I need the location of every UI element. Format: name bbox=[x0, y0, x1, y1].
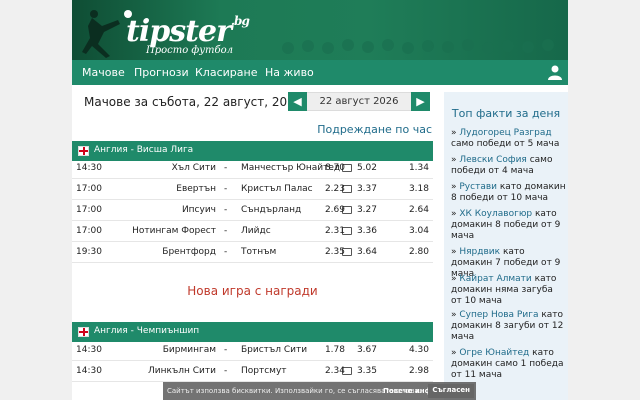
odds-home[interactable]: 2.69 bbox=[325, 205, 345, 215]
user-icon[interactable] bbox=[548, 65, 562, 80]
date-picker[interactable]: ◀ 22 август 2026 ▶ bbox=[288, 92, 430, 111]
promo-link[interactable]: Нова игра с награди bbox=[72, 284, 433, 298]
match-time: 19:30 bbox=[76, 247, 102, 257]
odds-away[interactable]: 3.18 bbox=[409, 184, 429, 194]
fact-team-link[interactable]: Кайрат Алмати bbox=[459, 274, 531, 284]
score-separator: - bbox=[224, 247, 228, 257]
match-time: 17:00 bbox=[76, 226, 102, 236]
fact-text: само победи от 5 мача bbox=[451, 139, 560, 149]
fact-team-link[interactable]: Лудогорец Разград bbox=[459, 128, 551, 138]
match-row[interactable]: 19:30 Брентфорд - Тотнъм 2.35 3.64 2.80 bbox=[72, 242, 433, 263]
fact-item: » Левски София само победи от 4 мача bbox=[451, 155, 553, 176]
home-team[interactable]: Евертън bbox=[176, 184, 216, 194]
sort-by-time-link[interactable]: Подреждане по час bbox=[317, 123, 432, 136]
crowd-illustration bbox=[282, 39, 554, 54]
odds-away[interactable]: 1.34 bbox=[409, 163, 429, 173]
score-separator: - bbox=[224, 345, 228, 355]
fact-team-link[interactable]: Левски София bbox=[459, 155, 526, 165]
match-time: 17:00 bbox=[76, 184, 102, 194]
fact-item: » Кайрат Алмати като домакин няма загуба… bbox=[451, 274, 557, 306]
away-team[interactable]: Портсмут bbox=[241, 366, 287, 376]
odds-home[interactable]: 2.23 bbox=[325, 184, 345, 194]
site-logo[interactable]: tipster.bg bbox=[126, 14, 250, 49]
fact-team-link[interactable]: Рустави bbox=[459, 182, 497, 192]
home-team[interactable]: Линкълн Сити bbox=[148, 366, 216, 376]
main-nav: Мачове Прогнози Класиране На живо bbox=[72, 60, 568, 85]
match-row[interactable]: 14:30 Бирмингам - Бристъл Сити 1.78 3.67… bbox=[72, 340, 433, 361]
league-name: Англия - Висша Лига bbox=[94, 145, 194, 155]
odds-away[interactable]: 4.30 bbox=[409, 345, 429, 355]
sidebar-title: Топ факти за деня bbox=[451, 107, 561, 120]
away-team[interactable]: Съндърланд bbox=[241, 205, 301, 215]
home-team[interactable]: Брентфорд bbox=[162, 247, 216, 257]
fact-item: » ХК Коулавогюр като домакин 8 победи от… bbox=[451, 209, 561, 241]
odds-away[interactable]: 2.80 bbox=[409, 247, 429, 257]
home-team[interactable]: Нотингам Форест bbox=[132, 226, 216, 236]
odds-home[interactable]: 2.35 bbox=[325, 247, 345, 257]
away-team[interactable]: Бристъл Сити bbox=[241, 345, 307, 355]
odds-away[interactable]: 3.04 bbox=[409, 226, 429, 236]
fact-item: » Лудогорец Разград само победи от 5 мач… bbox=[451, 128, 560, 149]
chevron-left-icon[interactable]: ◀ bbox=[288, 92, 307, 111]
cookie-accept-button[interactable]: Съгласен bbox=[428, 384, 474, 398]
england-flag-icon bbox=[78, 327, 89, 337]
page-title: Мачове за събота, 22 август, 2026 bbox=[84, 95, 303, 109]
odds-home[interactable]: 1.78 bbox=[325, 345, 345, 355]
cookie-banner: Сайтът използва бисквитки. Използвайки г… bbox=[163, 382, 476, 400]
match-time: 14:30 bbox=[76, 163, 102, 173]
fact-team-link[interactable]: ХК Коулавогюр bbox=[459, 209, 532, 219]
score-separator: - bbox=[224, 184, 228, 194]
odds-home[interactable]: 2.34 bbox=[325, 366, 345, 376]
odds-draw[interactable]: 3.64 bbox=[357, 247, 377, 257]
match-time: 14:30 bbox=[76, 345, 102, 355]
nav-item-predictions[interactable]: Прогнози bbox=[134, 66, 189, 79]
fact-item: » Рустави като домакин 8 победи от 10 ма… bbox=[451, 182, 566, 203]
away-team[interactable]: Тотнъм bbox=[241, 247, 276, 257]
match-row[interactable]: 17:00 Евертън - Кристъл Палас 2.23 3.37 … bbox=[72, 179, 433, 200]
odds-away[interactable]: 2.64 bbox=[409, 205, 429, 215]
nav-item-standings[interactable]: Класиране bbox=[195, 66, 257, 79]
odds-draw[interactable]: 3.36 bbox=[357, 226, 377, 236]
odds-home[interactable]: 8.70 bbox=[325, 163, 345, 173]
england-flag-icon bbox=[78, 146, 89, 156]
fact-team-link[interactable]: Огре Юнайтед bbox=[459, 348, 529, 358]
match-time: 14:30 bbox=[76, 366, 102, 376]
home-team[interactable]: Ипсуич bbox=[182, 205, 216, 215]
fact-item: » Огре Юнайтед като домакин само 1 побед… bbox=[451, 348, 564, 380]
fact-team-link[interactable]: Супер Нова Рига bbox=[459, 310, 538, 320]
chevron-right-icon[interactable]: ▶ bbox=[411, 92, 430, 111]
odds-draw[interactable]: 3.35 bbox=[357, 366, 377, 376]
match-row[interactable]: 17:00 Ипсуич - Съндърланд 2.69 3.27 2.64 bbox=[72, 200, 433, 221]
fact-team-link[interactable]: Нярдвик bbox=[459, 247, 500, 257]
away-team[interactable]: Лийдс bbox=[241, 226, 271, 236]
odds-draw[interactable]: 3.67 bbox=[357, 345, 377, 355]
match-row[interactable]: 14:30 Линкълн Сити - Портсмут 2.34 3.35 … bbox=[72, 361, 433, 382]
away-team[interactable]: Кристъл Палас bbox=[241, 184, 313, 194]
odds-draw[interactable]: 5.02 bbox=[357, 163, 377, 173]
league-name: Англия - Чемпиъншип bbox=[94, 326, 200, 336]
score-separator: - bbox=[224, 163, 228, 173]
home-team[interactable]: Хъл Сити bbox=[172, 163, 216, 173]
top-facts-sidebar: Топ факти за деня » Лудогорец Разград са… bbox=[444, 92, 568, 400]
match-row[interactable]: 14:30 Хъл Сити - Манчестър Юнайтед 8.70 … bbox=[72, 158, 433, 179]
league-header[interactable]: Англия - Чемпиъншип bbox=[72, 322, 433, 342]
score-separator: - bbox=[224, 366, 228, 376]
header-banner: tipster.bg Просто футбол bbox=[72, 0, 568, 60]
date-picker-value[interactable]: 22 август 2026 bbox=[309, 96, 409, 107]
nav-item-live[interactable]: На живо bbox=[265, 66, 314, 79]
home-team[interactable]: Бирмингам bbox=[163, 345, 216, 355]
page: tipster.bg Просто футбол Мачове Прогнози… bbox=[72, 0, 568, 400]
tagline: Просто футбол bbox=[146, 45, 234, 56]
odds-away[interactable]: 2.98 bbox=[409, 366, 429, 376]
odds-draw[interactable]: 3.27 bbox=[357, 205, 377, 215]
nav-item-matches[interactable]: Мачове bbox=[82, 66, 125, 79]
odds-draw[interactable]: 3.37 bbox=[357, 184, 377, 194]
score-separator: - bbox=[224, 226, 228, 236]
match-row[interactable]: 17:00 Нотингам Форест - Лийдс 2.31 3.36 … bbox=[72, 221, 433, 242]
fact-item: » Супер Нова Рига като домакин 8 загуби … bbox=[451, 310, 564, 342]
odds-home[interactable]: 2.31 bbox=[325, 226, 345, 236]
score-separator: - bbox=[224, 205, 228, 215]
match-time: 17:00 bbox=[76, 205, 102, 215]
